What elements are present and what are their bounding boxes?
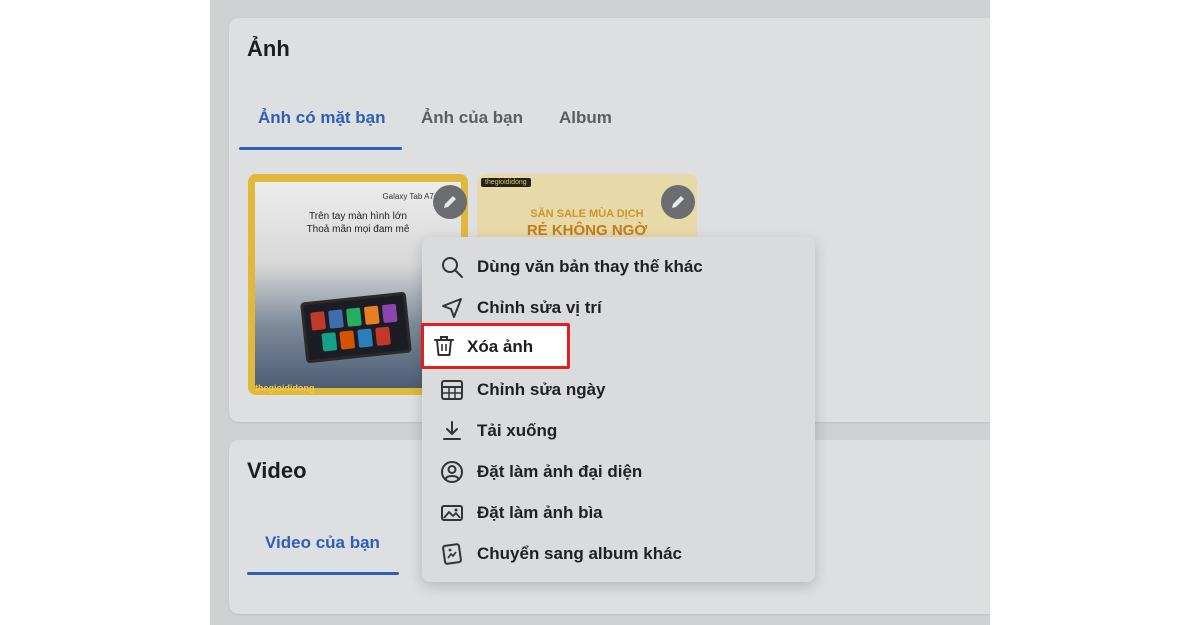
video-tab-underline	[247, 572, 399, 575]
menu-item-move-album[interactable]: Chuyển sang album khác	[422, 534, 815, 575]
video-title: Video	[247, 458, 307, 483]
menu-item-label: Đặt làm ảnh bìa	[477, 503, 603, 522]
menu-item-label: Dùng văn bản thay thế khác	[477, 257, 703, 276]
menu-item-set-profile[interactable]: Đặt làm ảnh đại diện	[422, 452, 815, 493]
tab-your-photos[interactable]: Ảnh của bạn	[421, 108, 523, 128]
menu-item-label: Đặt làm ảnh đại diện	[477, 462, 643, 481]
active-tab-underline	[239, 147, 402, 150]
tab-albums[interactable]: Album	[559, 108, 612, 128]
move-album-icon	[442, 543, 462, 565]
download-icon	[443, 421, 461, 440]
menu-item-label: Chỉnh sửa vị trí	[477, 298, 602, 317]
photo-1-line1: Trên tay màn hình lớn	[309, 211, 407, 222]
menu-item-label: Xóa ảnh	[467, 337, 534, 356]
tab-your-videos[interactable]: Video của bạn	[265, 533, 380, 553]
menu-item-delete-photo[interactable]: Xóa ảnh	[421, 323, 570, 369]
location-arrow-icon	[442, 298, 462, 318]
menu-item-label: Tải xuống	[477, 421, 558, 440]
menu-item-edit-date[interactable]: Chỉnh sửa ngày	[422, 370, 815, 411]
photos-title: Ảnh	[247, 36, 290, 61]
menu-item-set-cover[interactable]: Đặt làm ảnh bìa	[422, 493, 815, 534]
edit-photo-2-button[interactable]	[661, 185, 695, 219]
pencil-icon	[444, 196, 456, 208]
photo-1-logo: thegioididong	[255, 383, 315, 393]
tablet-illustration	[300, 291, 412, 364]
menu-item-label: Chuyển sang album khác	[477, 544, 682, 563]
profile-icon	[441, 461, 463, 483]
edit-photo-1-button[interactable]	[433, 185, 467, 219]
photo-2-badge: thegioididong	[481, 178, 531, 187]
menu-item-label: Chỉnh sửa ngày	[477, 380, 606, 399]
tab-photos-of-you[interactable]: Ảnh có mặt bạn	[258, 108, 386, 128]
menu-item-alt-text[interactable]: Dùng văn bản thay thế khác	[422, 247, 815, 288]
page-canvas: Ảnh Ảnh có mặt bạn Ảnh của bạn Album Gal…	[210, 0, 990, 625]
photo-options-menu: Dùng văn bản thay thế khác Chỉnh sửa vị …	[422, 237, 815, 582]
pencil-icon	[672, 196, 684, 208]
menu-item-download[interactable]: Tải xuống	[422, 411, 815, 452]
search-icon	[442, 257, 463, 278]
calendar-icon	[441, 380, 463, 400]
cover-photo-icon	[441, 505, 463, 521]
photo-1-line2: Thoả mãn mọi đam mê	[306, 224, 410, 235]
trash-icon	[434, 336, 454, 356]
